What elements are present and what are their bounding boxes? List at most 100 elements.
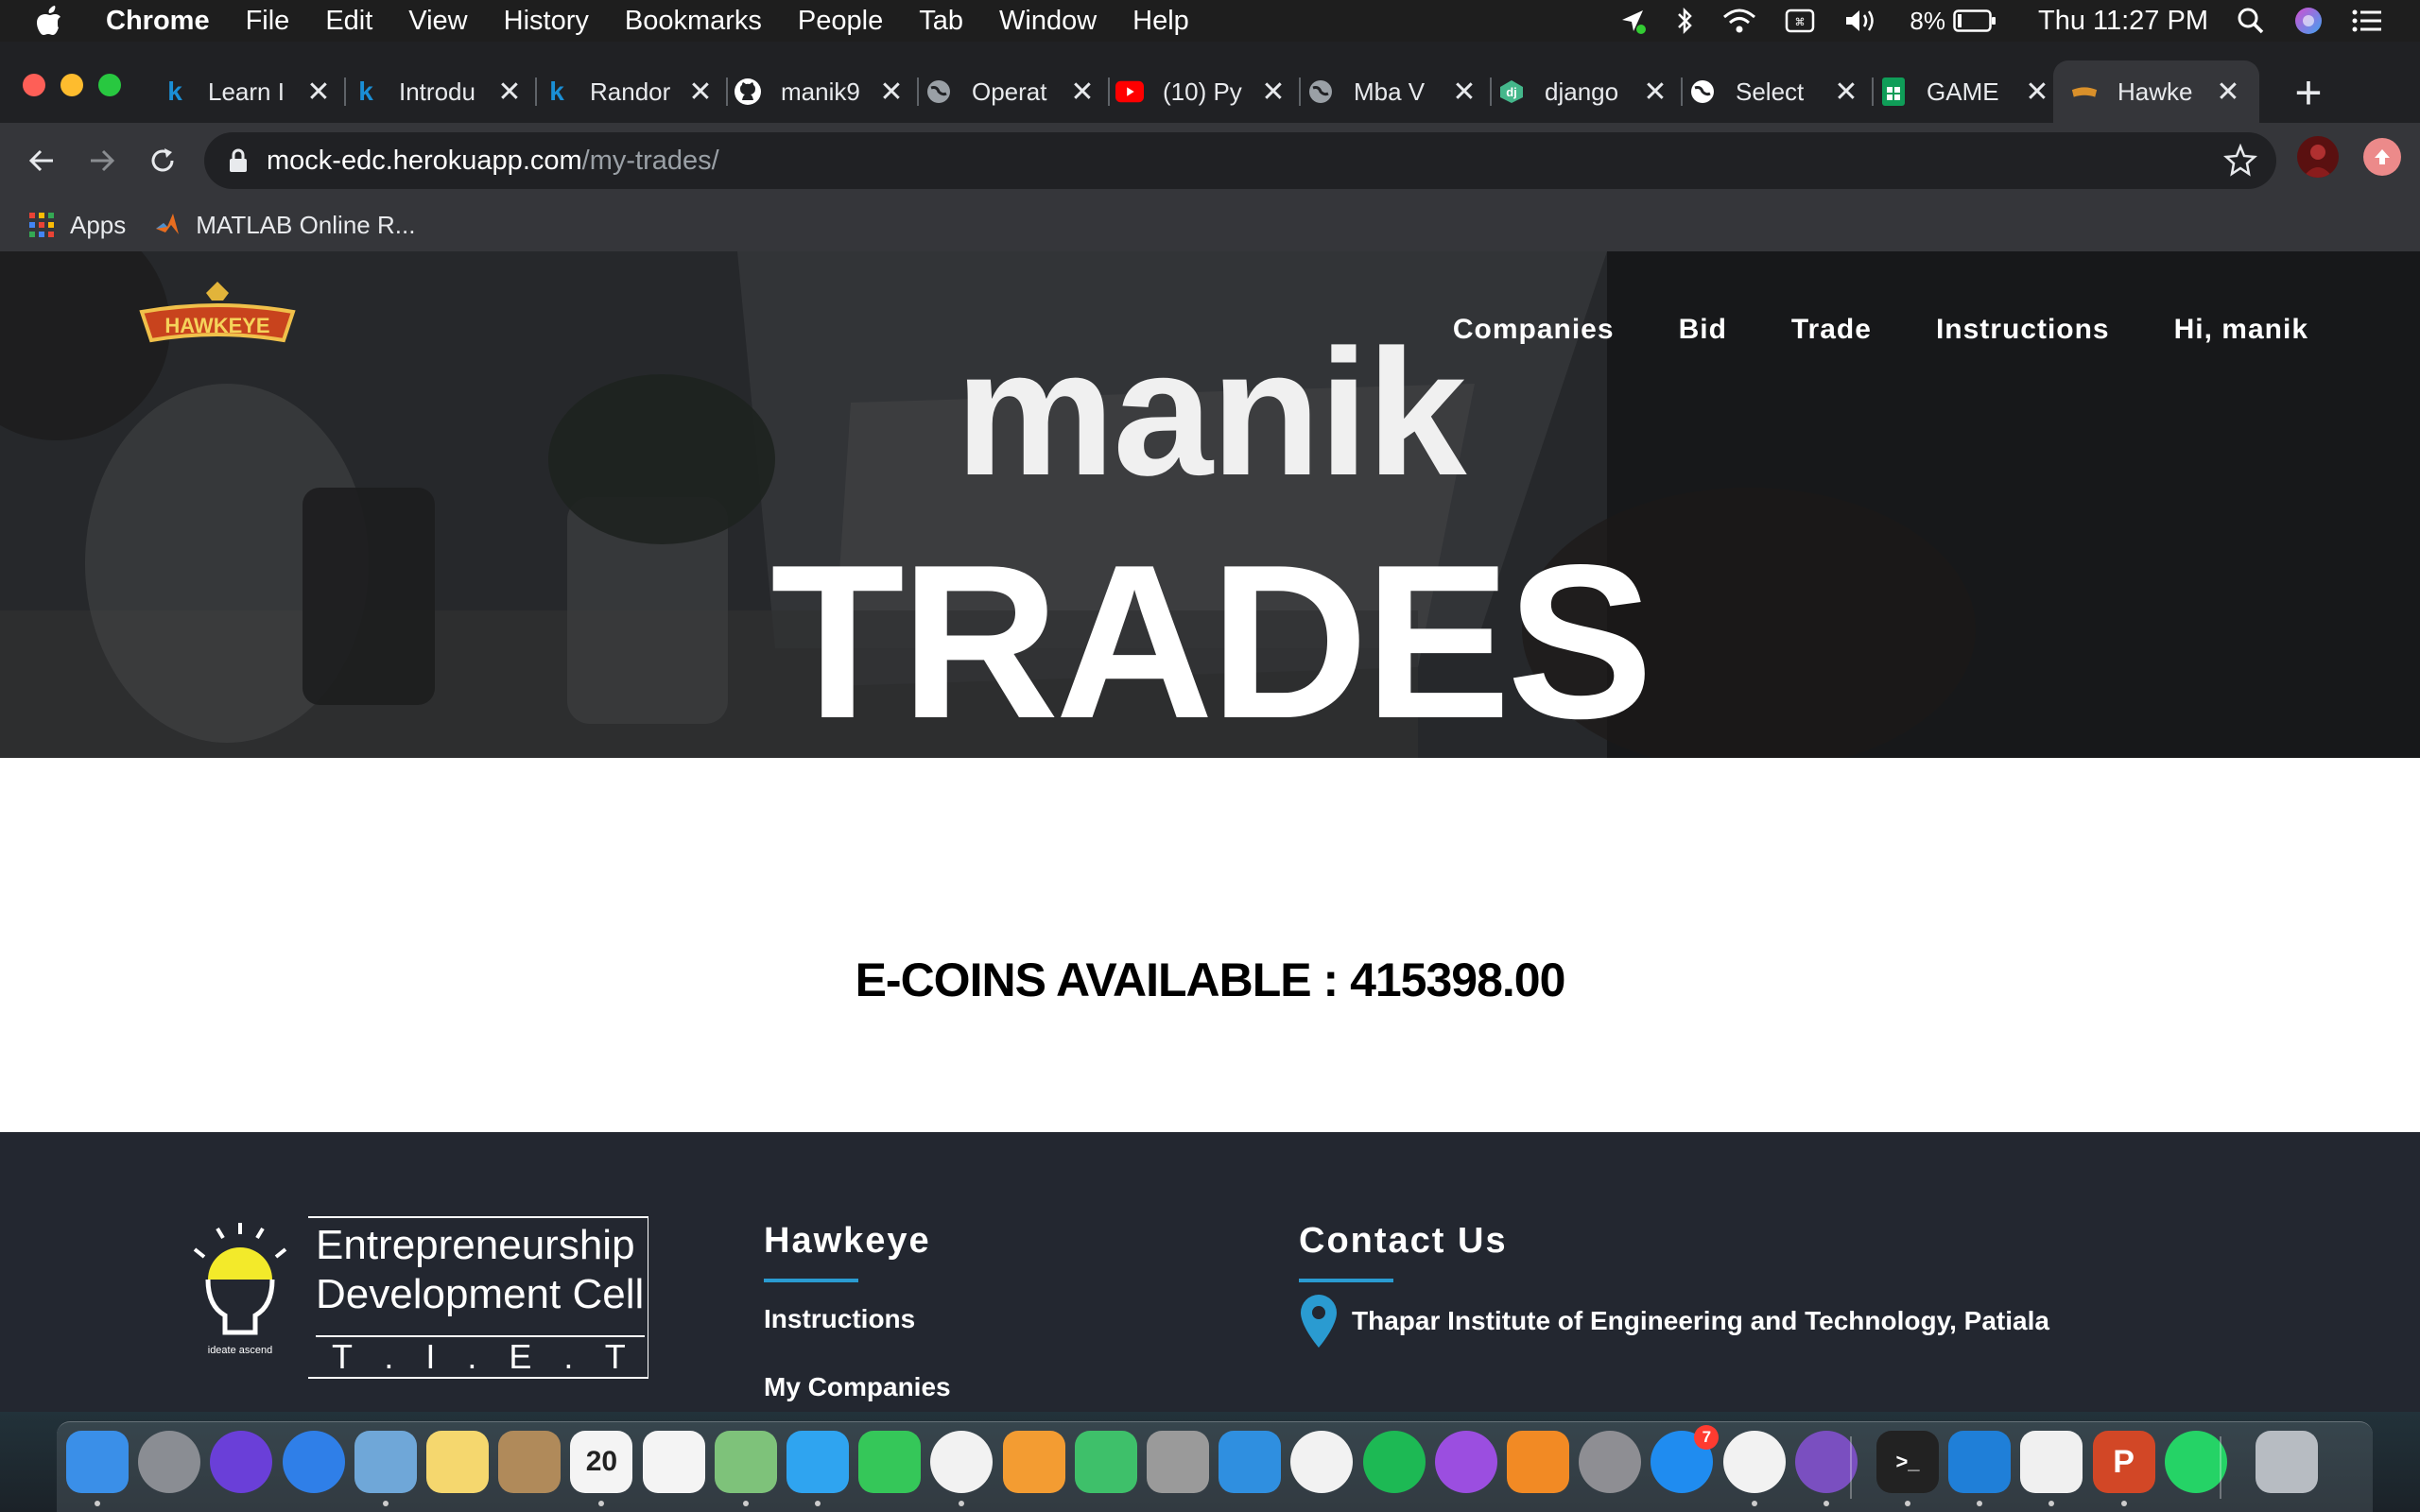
calendar-icon[interactable]: 20: [570, 1431, 633, 1493]
window-minimize-button[interactable]: [60, 74, 83, 96]
globe-icon: [925, 77, 953, 106]
hero-banner: HAWKEYE Companies Bid Trade Instructions…: [0, 251, 2420, 758]
window-zoom-button[interactable]: [98, 74, 121, 96]
bookmark-apps[interactable]: Apps: [28, 211, 126, 240]
tab-close-icon[interactable]: ✕: [1832, 77, 1860, 108]
mail-hawk-icon[interactable]: [354, 1431, 417, 1493]
window-close-button[interactable]: [23, 74, 45, 96]
bluetooth-icon[interactable]: [1675, 0, 1694, 42]
tab[interactable]: Operat ✕: [925, 60, 1097, 123]
wifi-icon[interactable]: [1722, 0, 1756, 42]
pages-icon[interactable]: [1002, 1431, 1065, 1493]
tab[interactable]: dj django ✕: [1497, 60, 1669, 123]
finder-icon[interactable]: [66, 1431, 129, 1493]
clock[interactable]: Thu 11:27 PM: [2038, 0, 2208, 42]
tab-close-icon[interactable]: ✕: [495, 77, 524, 108]
launchpad-icon[interactable]: [138, 1431, 201, 1493]
tab-close-icon[interactable]: ✕: [1641, 77, 1669, 108]
tab-close-icon[interactable]: ✕: [1450, 77, 1478, 108]
reload-button[interactable]: [136, 134, 189, 187]
contacts-icon[interactable]: [498, 1431, 562, 1493]
footer-link-my-companies[interactable]: My Companies: [764, 1372, 951, 1402]
siri-icon[interactable]: [210, 1431, 273, 1493]
menu-view[interactable]: View: [408, 6, 467, 37]
spotify-icon[interactable]: [1362, 1431, 1426, 1493]
new-tab-button[interactable]: +: [2280, 64, 2337, 121]
notes-icon[interactable]: [426, 1431, 489, 1493]
spotlight-search-icon[interactable]: [2237, 0, 2265, 42]
tab-close-icon[interactable]: ✕: [1259, 77, 1288, 108]
photos-icon[interactable]: [930, 1431, 994, 1493]
github-desktop-icon[interactable]: [1794, 1431, 1858, 1493]
menu-tab[interactable]: Tab: [919, 6, 963, 37]
footer-hawkeye-title: Hawkeye: [764, 1221, 931, 1261]
podcasts-icon[interactable]: [1434, 1431, 1497, 1493]
menu-window[interactable]: Window: [999, 6, 1097, 37]
tab-close-icon[interactable]: ✕: [2214, 77, 2242, 108]
back-button[interactable]: [15, 134, 68, 187]
whatsapp-icon[interactable]: [2164, 1431, 2227, 1493]
keyboard-icon[interactable]: ⌘: [1785, 0, 1815, 42]
tab-label: Randor: [590, 77, 671, 106]
textedit-icon[interactable]: [2020, 1431, 2083, 1493]
app-store-icon[interactable]: 7: [1651, 1425, 1720, 1493]
tab-close-icon[interactable]: ✕: [686, 77, 715, 108]
menu-help[interactable]: Help: [1132, 6, 1189, 37]
globe-icon: [1688, 77, 1717, 106]
books-icon[interactable]: [1507, 1431, 1569, 1493]
profile-avatar[interactable]: [2297, 136, 2339, 178]
running-indicator: [742, 1501, 749, 1506]
powerpoint-icon[interactable]: P: [2092, 1431, 2155, 1493]
keynote-icon[interactable]: [1219, 1431, 1282, 1493]
menu-people[interactable]: People: [798, 6, 883, 37]
vscode-icon[interactable]: [1948, 1431, 2012, 1493]
notification-center-icon[interactable]: [2352, 0, 2382, 42]
bookmark-matlab[interactable]: MATLAB Online R...: [154, 211, 415, 240]
tab[interactable]: GAME ✕: [1879, 60, 2051, 123]
forward-button[interactable]: [76, 134, 129, 187]
messages-icon[interactable]: [786, 1431, 849, 1493]
siri-icon[interactable]: [2293, 0, 2324, 42]
calculator-icon[interactable]: [1147, 1431, 1209, 1493]
volume-icon[interactable]: [1843, 0, 1881, 42]
tab[interactable]: k Randor ✕: [543, 60, 715, 123]
dock-icon-label: P: [2113, 1443, 2135, 1480]
battery-status[interactable]: 8%: [1910, 0, 1996, 42]
tab[interactable]: Select ✕: [1688, 60, 1860, 123]
footer-link-instructions[interactable]: Instructions: [764, 1304, 915, 1334]
extension-update-icon[interactable]: [2363, 138, 2401, 176]
lock-icon[interactable]: [223, 146, 253, 176]
tab-close-icon[interactable]: ✕: [2023, 77, 2051, 108]
tab-close-icon[interactable]: ✕: [1068, 77, 1097, 108]
tab[interactable]: Hawke ✕: [2053, 60, 2259, 123]
menu-app-name[interactable]: Chrome: [106, 6, 210, 37]
menu-file[interactable]: File: [246, 6, 290, 37]
facetime-icon[interactable]: [858, 1431, 922, 1493]
apple-icon[interactable]: [36, 0, 78, 42]
trash-icon[interactable]: [2256, 1431, 2318, 1493]
tab-strip: k Learn I ✕ k Introdu ✕ k Randor ✕ manik9 ✕ Operat ✕…: [0, 42, 2420, 123]
numbers-icon[interactable]: [1074, 1431, 1137, 1493]
terminal-icon[interactable]: >_: [1876, 1431, 1939, 1493]
edc-bulb-text: ideate ascend: [208, 1345, 273, 1356]
menu-edit[interactable]: Edit: [325, 6, 372, 37]
system-preferences-icon[interactable]: [1579, 1431, 1642, 1493]
music-icon[interactable]: [1290, 1431, 1354, 1493]
tab-close-icon[interactable]: ✕: [304, 77, 333, 108]
menu-bookmarks[interactable]: Bookmarks: [625, 6, 762, 37]
tab[interactable]: k Introdu ✕: [352, 60, 524, 123]
reminders-icon[interactable]: [642, 1431, 705, 1493]
bookmark-star-icon[interactable]: [2223, 144, 2257, 178]
menu-history[interactable]: History: [504, 6, 589, 37]
location-icon[interactable]: [1618, 0, 1647, 42]
globe-icon: [1306, 77, 1335, 106]
address-bar[interactable]: mock-edc.herokuapp.com/my-trades/: [204, 132, 2276, 189]
chrome-icon[interactable]: [1722, 1431, 1786, 1493]
tab[interactable]: manik9 ✕: [734, 60, 906, 123]
tab[interactable]: (10) Py ✕: [1115, 60, 1288, 123]
maps-icon[interactable]: [714, 1431, 777, 1493]
tab[interactable]: k Learn I ✕: [161, 60, 333, 123]
safari-icon[interactable]: [282, 1431, 345, 1493]
tab[interactable]: Mba V ✕: [1306, 60, 1478, 123]
tab-close-icon[interactable]: ✕: [877, 77, 906, 108]
